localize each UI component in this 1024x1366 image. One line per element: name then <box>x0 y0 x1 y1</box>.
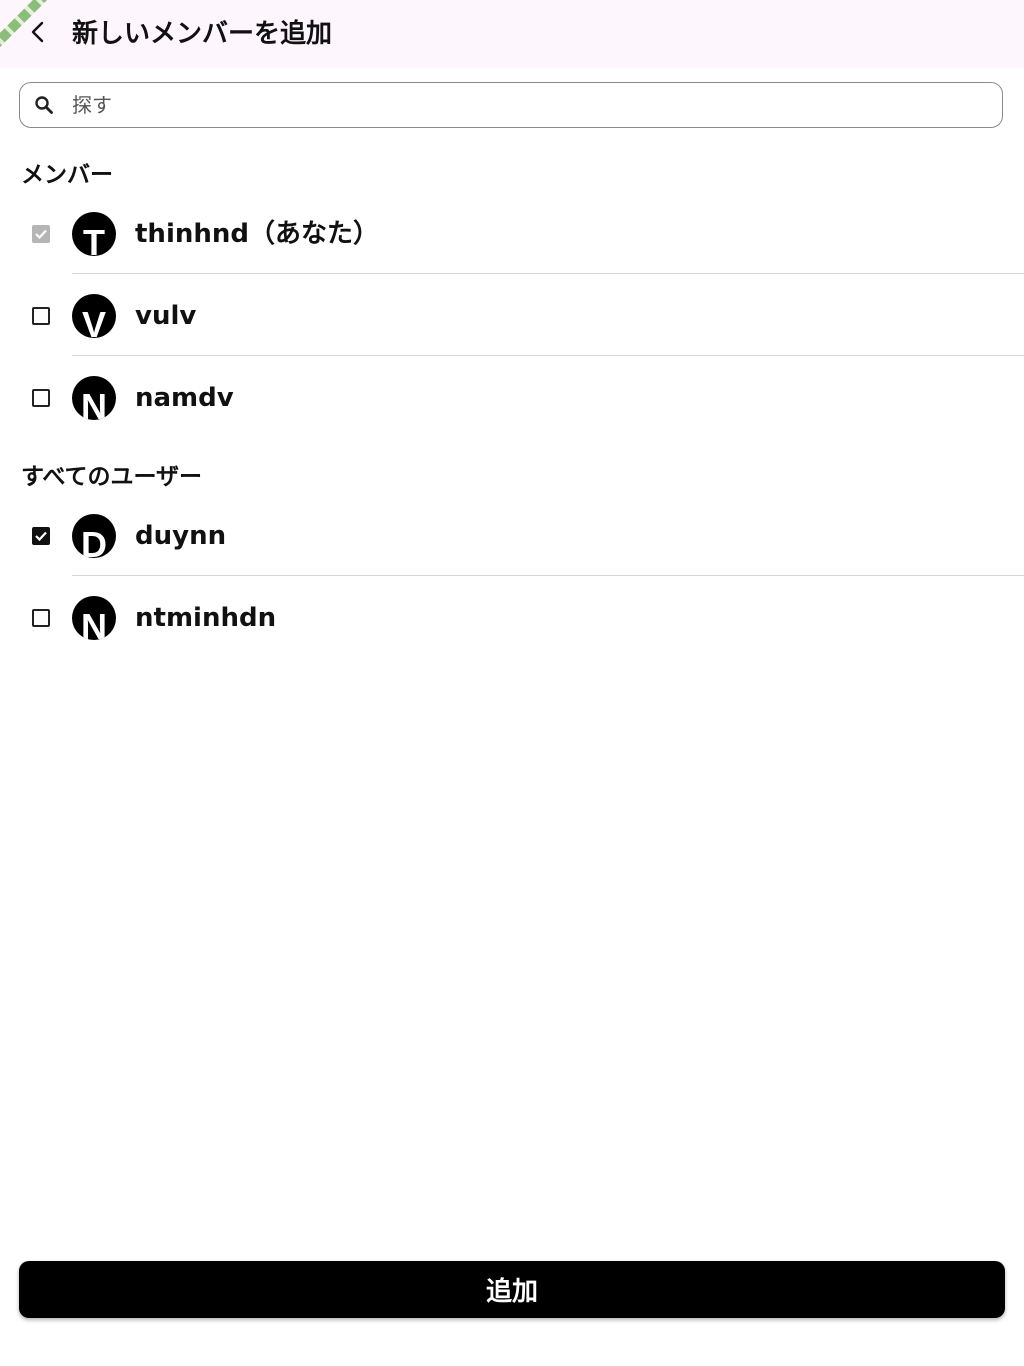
back-button[interactable] <box>20 14 56 54</box>
user-checkbox[interactable] <box>32 527 50 545</box>
avatar: N <box>72 376 116 420</box>
member-name: vulv <box>135 301 197 331</box>
page-title: 新しいメンバーを追加 <box>72 19 333 49</box>
user-name: duynn <box>135 521 227 551</box>
avatar: N <box>72 596 116 640</box>
user-checkbox[interactable] <box>32 609 50 627</box>
user-name: ntminhdn <box>135 603 277 633</box>
avatar: V <box>72 294 116 338</box>
divider <box>72 574 1024 576</box>
chevron-left-icon <box>30 20 46 48</box>
app-bar: 新しいメンバーを追加 <box>0 0 1024 68</box>
search-icon <box>34 95 54 115</box>
divider <box>72 354 1024 356</box>
member-name: thinhnd（あなた） <box>135 219 379 249</box>
member-row[interactable]: V vulv <box>0 276 1024 356</box>
member-checkbox[interactable] <box>32 389 50 407</box>
search-field[interactable] <box>19 82 1003 128</box>
member-name: namdv <box>135 383 234 413</box>
search-input[interactable] <box>70 92 954 118</box>
member-checkbox[interactable] <box>32 307 50 325</box>
avatar: T <box>72 212 116 256</box>
member-checkbox <box>32 225 50 243</box>
member-row[interactable]: N namdv <box>0 358 1024 438</box>
avatar: D <box>72 514 116 558</box>
divider <box>72 272 1024 274</box>
user-row[interactable]: N ntminhdn <box>0 578 1024 658</box>
user-row[interactable]: D duynn <box>0 496 1024 576</box>
member-row[interactable]: T thinhnd（あなた） <box>0 194 1024 274</box>
all-users-section-title: すべてのユーザー <box>21 464 203 490</box>
members-section-title: メンバー <box>21 162 113 188</box>
add-button[interactable]: 追加 <box>19 1261 1005 1318</box>
add-member-screen: 新しいメンバーを追加 メンバー T thinhnd（あなた） V vulv N … <box>0 0 1024 1366</box>
